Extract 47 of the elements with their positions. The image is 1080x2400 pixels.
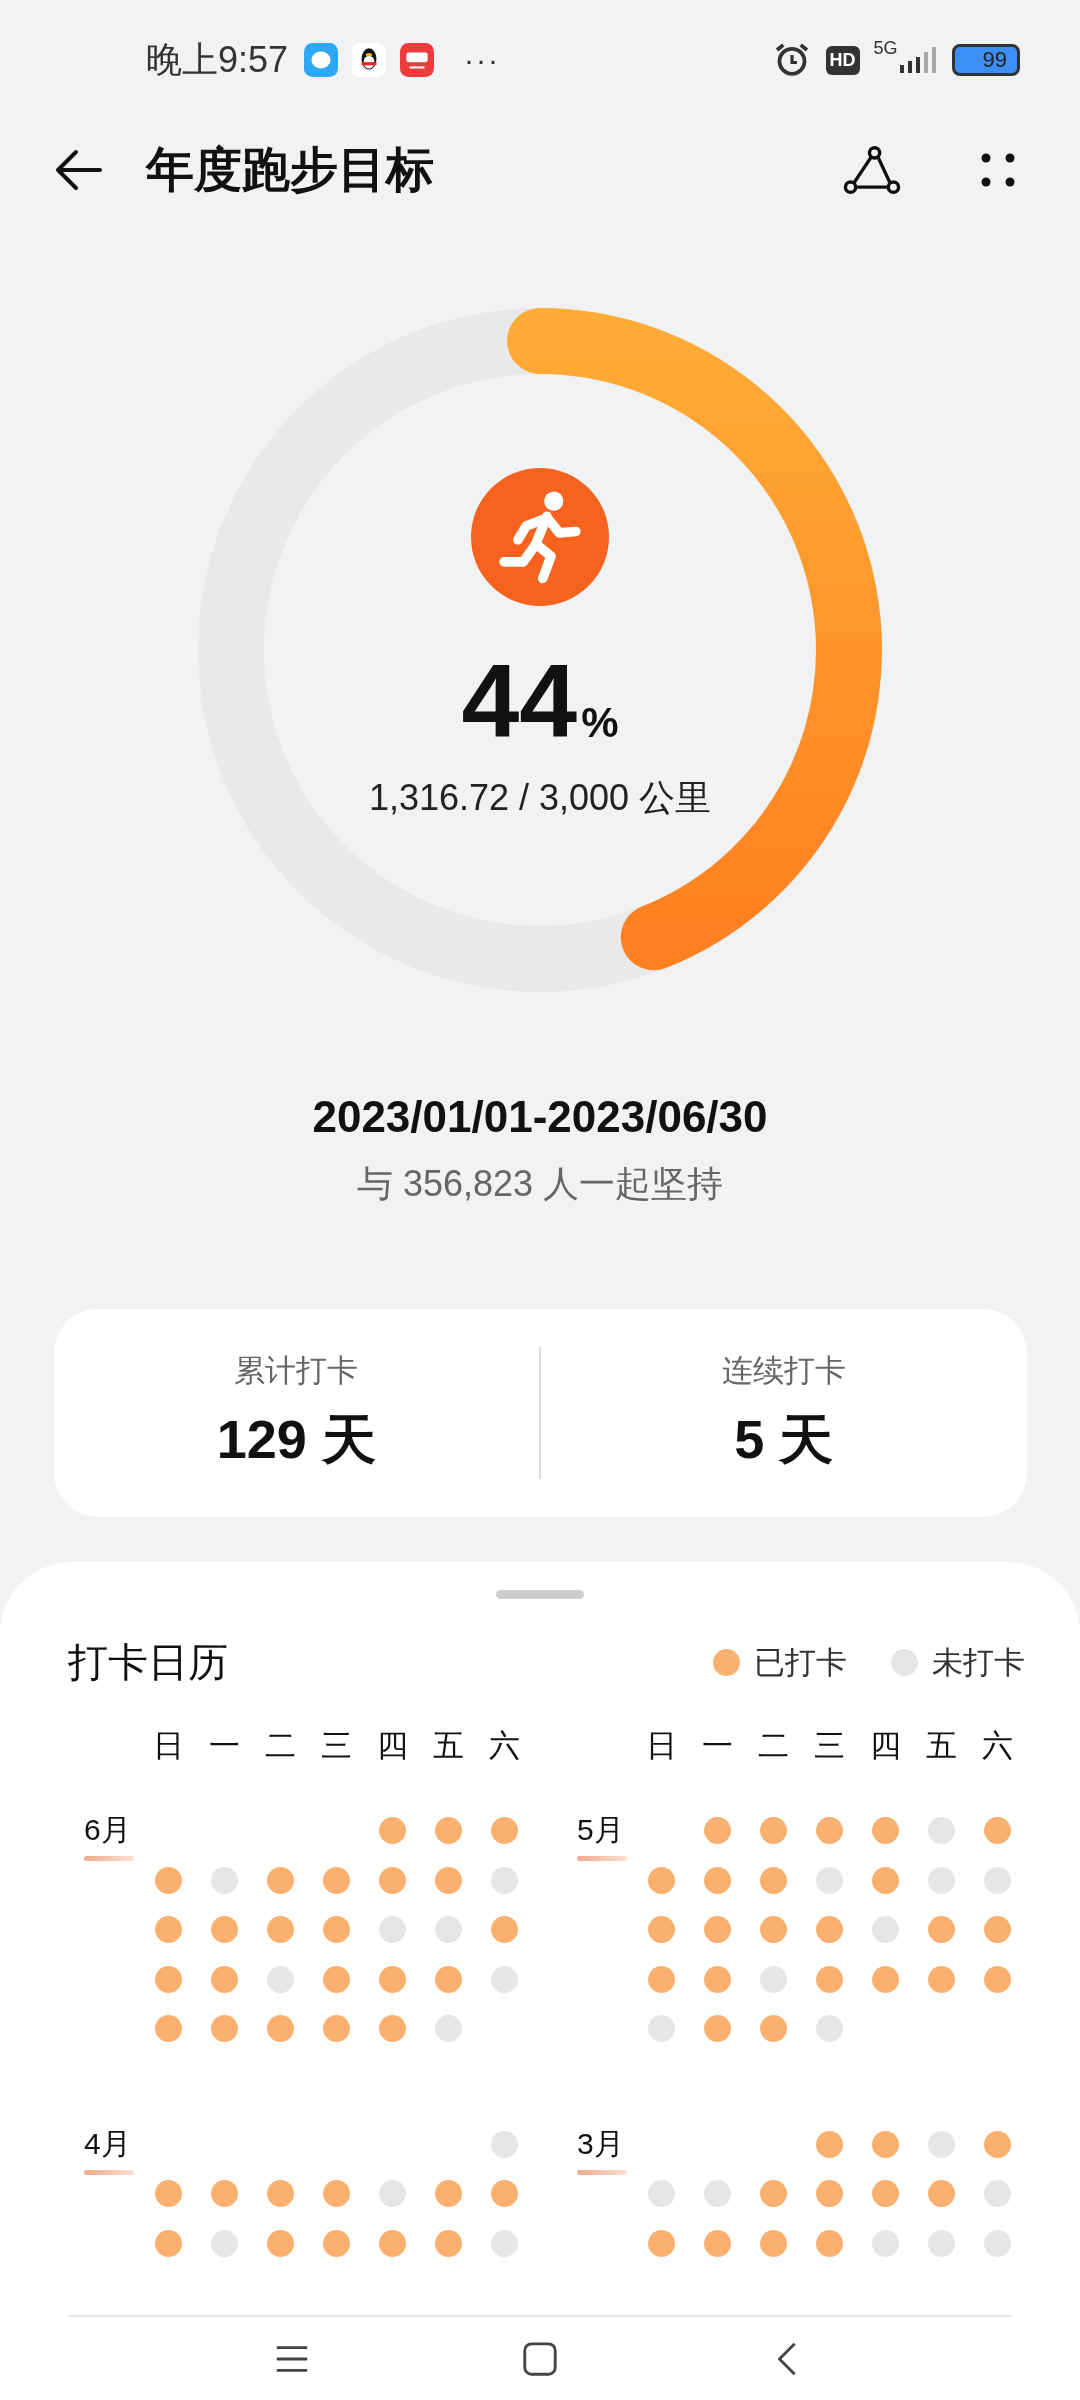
date-range: 2023/01/01-2023/06/30 [312,1092,768,1142]
month-label: 6月 [84,1812,131,1848]
network-label: 5G [873,38,898,59]
month-label: 3月 [577,2125,624,2162]
weekday-label: 六 [980,1727,1014,1765]
weekday-label: 二 [263,1727,297,1765]
home-button[interactable] [521,2339,559,2378]
weekday-label: 一 [700,1727,734,1765]
weekday-label: 一 [207,1727,241,1765]
distance-text: 1,316.72 / 3,000 公里 [368,776,712,820]
month-underline [84,1856,134,1861]
weekday-label: 五 [431,1727,465,1765]
weekday-label: 五 [924,1727,958,1765]
weekday-label: 四 [868,1727,902,1765]
participants-text: 与 356,823 人一起坚持 [356,1162,724,1206]
penguin-icon [352,43,387,77]
weekday-label: 二 [756,1727,790,1765]
chat-app-icon [304,43,339,77]
month-label: 4月 [84,2125,131,2162]
status-time: 晚上9:57 [146,37,289,82]
month-underline [84,2169,134,2175]
news-app-icon [400,43,435,77]
weekday-label: 日 [151,1727,185,1765]
signal-icon [897,45,938,75]
battery-indicator: 99 [951,44,1020,76]
weekday-label: 三 [319,1727,353,1765]
weekday-label: 日 [644,1727,678,1765]
page-title: 年度跑步目标 [146,142,434,198]
stat-label: 累计打卡 [234,1351,359,1390]
percent-sign: % [581,699,619,747]
month-underline [577,1856,627,1861]
runner-icon [471,468,609,606]
weekday-label: 六 [487,1727,521,1765]
weekday-label: 四 [375,1727,409,1765]
legend-label: 已打卡 [754,1643,847,1682]
calendar-title: 打卡日历 [68,1639,228,1686]
percent-value: 44 [461,646,578,756]
sheet-handle[interactable] [496,1590,584,1599]
stat-value: 5 天 [734,1407,834,1471]
more-notifications: ··· [464,43,501,77]
month-underline [577,2169,627,2175]
hd-badge: HD [825,45,860,75]
legend-label: 未打卡 [932,1643,1025,1682]
weekday-label: 三 [812,1727,846,1765]
stat-value: 129 天 [216,1407,376,1471]
month-label: 5月 [577,1812,624,1848]
stat-label: 连续打卡 [721,1351,846,1390]
